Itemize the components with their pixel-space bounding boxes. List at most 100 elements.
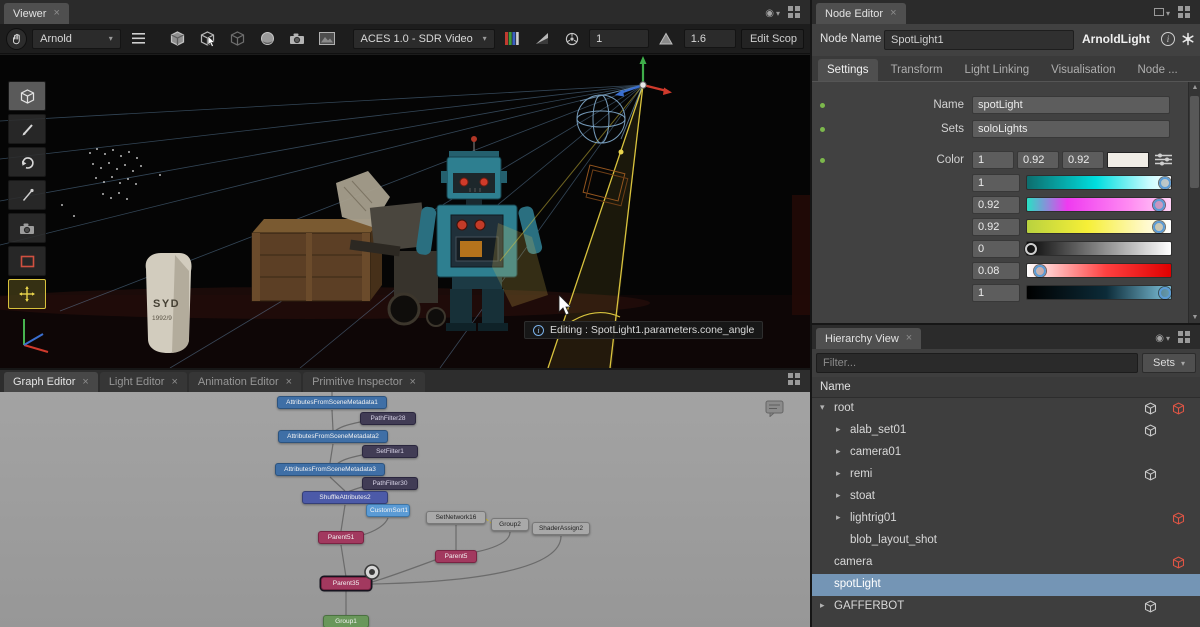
selection-mode-button[interactable]	[195, 28, 220, 50]
tree-row-lightrig01[interactable]: ▸lightrig01	[812, 508, 1200, 530]
slider-value-input[interactable]	[972, 262, 1020, 280]
translate-tool-button[interactable]	[8, 279, 46, 309]
viewport-3d[interactable]: SYD 1992/9	[0, 55, 810, 368]
gradient-slider[interactable]	[1026, 219, 1172, 234]
tab-graph-editor[interactable]: Graph Editor×	[4, 372, 98, 392]
expand-icon[interactable]: ▸	[836, 446, 841, 457]
slider-value-input[interactable]	[972, 174, 1020, 192]
color-g-input[interactable]	[1017, 151, 1059, 169]
slider-handle[interactable]	[1159, 177, 1171, 189]
tree-row-root[interactable]: ▾root	[812, 398, 1200, 420]
paint-select-tool-button[interactable]	[8, 114, 46, 144]
expand-icon[interactable]: ▸	[836, 490, 841, 501]
look-through-camera-button[interactable]	[285, 28, 310, 50]
gradient-slider[interactable]	[1026, 175, 1172, 190]
tab-light-linking[interactable]: Light Linking	[956, 59, 1039, 81]
color-options-icon[interactable]	[1155, 153, 1172, 171]
slider-handle[interactable]	[1159, 287, 1171, 299]
exposure-button[interactable]	[559, 28, 584, 50]
expand-icon[interactable]: ▸	[820, 600, 825, 611]
layout-grid-icon[interactable]	[788, 373, 800, 388]
tab-settings[interactable]: Settings	[818, 59, 878, 81]
close-icon[interactable]: ×	[410, 376, 416, 388]
tab-node-editor[interactable]: Node Editor ×	[816, 3, 906, 24]
cone-angle-handle[interactable]	[619, 150, 624, 155]
node-editor-scrollbar[interactable]: ▲ ▼	[1188, 82, 1200, 323]
tab-visualisation[interactable]: Visualisation	[1042, 59, 1124, 81]
tab-node[interactable]: Node ...	[1128, 59, 1186, 81]
slider-handle[interactable]	[1153, 199, 1165, 211]
gradient-slider[interactable]	[1026, 285, 1172, 300]
sphere-view-button[interactable]	[255, 28, 280, 50]
pen-tool-button[interactable]	[8, 180, 46, 210]
layout-grid-icon[interactable]	[1178, 331, 1190, 346]
rotate-tool-button[interactable]	[8, 147, 46, 177]
selection-tool-button[interactable]	[8, 81, 46, 111]
filter-input[interactable]	[816, 353, 1138, 373]
renderer-select[interactable]: Arnold▾	[32, 29, 121, 49]
tab-transform[interactable]: Transform	[882, 59, 952, 81]
wipe-button[interactable]	[529, 28, 554, 50]
camera-tool-button[interactable]	[8, 213, 46, 243]
tree-row-remi[interactable]: ▸remi	[812, 464, 1200, 486]
pin-target-icon[interactable]: ◉▾	[1155, 333, 1170, 344]
node-settings-gear-icon[interactable]	[1181, 32, 1195, 51]
scrollbar-thumb[interactable]	[1190, 96, 1199, 188]
layout-grid-icon[interactable]	[1178, 6, 1190, 21]
slider-value-input[interactable]	[972, 240, 1020, 258]
name-input[interactable]	[972, 96, 1170, 114]
tab-light-editor[interactable]: Light Editor×	[100, 372, 187, 392]
expand-icon[interactable]: ▸	[836, 468, 841, 479]
node-name-input[interactable]	[884, 30, 1074, 50]
tree-row-spotlight[interactable]: spotLight	[812, 574, 1200, 596]
gradient-slider[interactable]	[1026, 197, 1172, 212]
tree-row-gafferbot[interactable]: ▸GAFFERBOT	[812, 596, 1200, 618]
slider-handle[interactable]	[1025, 243, 1037, 255]
expand-icon[interactable]: ▸	[836, 424, 841, 435]
edit-scope-button[interactable]: Edit Scop	[741, 29, 804, 49]
display-transform-select[interactable]: ACES 1.0 - SDR Video▾	[353, 29, 495, 49]
scroll-down-icon[interactable]: ▼	[1189, 314, 1200, 321]
tree-row-blob-layout-shot[interactable]: blob_layout_shot	[812, 530, 1200, 552]
close-icon[interactable]: ×	[82, 376, 88, 388]
gradient-slider[interactable]	[1026, 241, 1172, 256]
layout-grid-icon[interactable]	[788, 6, 800, 21]
gradient-slider[interactable]	[1026, 263, 1172, 278]
viewer-menu-button[interactable]	[126, 28, 151, 50]
annotation-icon[interactable]	[765, 400, 785, 417]
close-icon[interactable]: ×	[286, 376, 292, 388]
slider-value-input[interactable]	[972, 284, 1020, 302]
sets-input[interactable]	[972, 120, 1170, 138]
crop-window-tool-button[interactable]	[8, 246, 46, 276]
color-swatch[interactable]	[1107, 152, 1149, 168]
close-icon[interactable]: ×	[906, 333, 912, 344]
slider-handle[interactable]	[1153, 221, 1165, 233]
hierarchy-column-header[interactable]: Name	[812, 377, 1200, 398]
node-info-icon[interactable]: i	[1161, 32, 1175, 46]
pin-target-icon[interactable]: ◉▾	[765, 8, 780, 19]
slider-value-input[interactable]	[972, 218, 1020, 236]
gamma-field[interactable]: 1.6	[684, 29, 736, 48]
collapse-icon[interactable]: ▾	[820, 402, 825, 413]
close-icon[interactable]: ×	[53, 8, 59, 19]
float-panel-icon[interactable]: ▾	[1154, 8, 1170, 19]
slider-handle[interactable]	[1034, 265, 1046, 277]
scroll-up-icon[interactable]: ▲	[1189, 84, 1200, 91]
tab-hierarchy-view[interactable]: Hierarchy View ×	[816, 328, 921, 349]
shaded-mode-button[interactable]	[166, 28, 191, 50]
node-graph-canvas[interactable]: AttributesFromSceneMetadata1PathFilter28…	[0, 392, 810, 627]
tree-row-camera01[interactable]: ▸camera01	[812, 442, 1200, 464]
wireframe-mode-button[interactable]	[225, 28, 250, 50]
pan-hand-button[interactable]	[6, 28, 27, 50]
tree-row-stoat[interactable]: ▸stoat	[812, 486, 1200, 508]
close-icon[interactable]: ×	[890, 8, 896, 19]
tree-row-camera[interactable]: camera	[812, 552, 1200, 574]
sets-button[interactable]: Sets▾	[1142, 353, 1196, 373]
close-icon[interactable]: ×	[171, 376, 177, 388]
tab-primitive-inspector[interactable]: Primitive Inspector×	[303, 372, 425, 392]
expand-icon[interactable]: ▸	[836, 512, 841, 523]
tab-animation-editor[interactable]: Animation Editor×	[189, 372, 301, 392]
slider-value-input[interactable]	[972, 196, 1020, 214]
tab-viewer[interactable]: Viewer ×	[4, 3, 69, 24]
exposure-field[interactable]: 1	[589, 29, 649, 48]
